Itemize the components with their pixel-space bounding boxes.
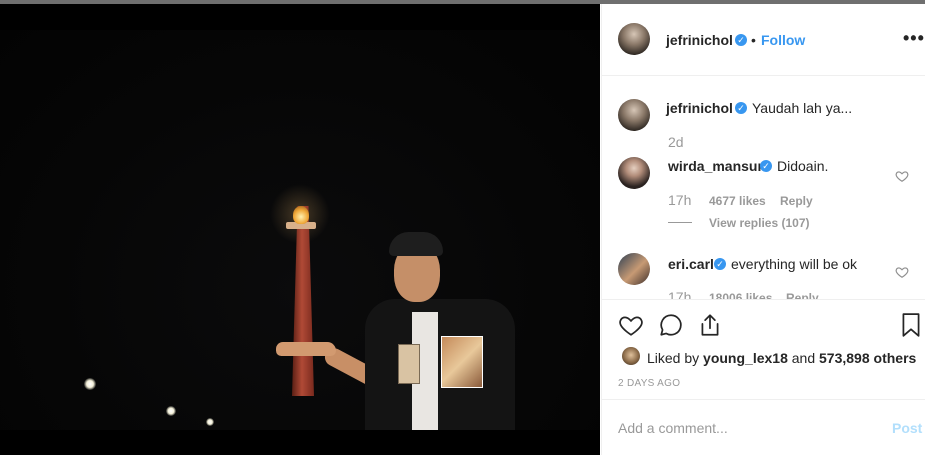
person-hand [276,342,336,356]
post-comment-button[interactable]: Post [892,420,922,436]
comment-time[interactable]: 17h [668,289,691,299]
comment-username[interactable]: eri.carl [668,256,714,272]
comment-heart-icon[interactable] [895,265,909,279]
comment-avatar[interactable] [618,99,650,131]
likes-summary: Liked by young_lex18 and 573,898 others [647,350,916,366]
likes-conjunction: and [791,350,816,366]
street-light [166,406,176,416]
street-light [84,378,96,390]
likes-count[interactable]: 573,898 others [819,350,916,366]
comment-text: everything will be ok [731,256,858,272]
comments-list[interactable]: jefrinichol ✓ Yaudah lah ya... 2d wirda_… [602,77,925,299]
post-photo[interactable] [0,4,600,455]
jacket-patch [441,336,483,388]
reply-button[interactable]: Reply [786,291,819,299]
post-header: jefrinichol ✓ • Follow ••• [602,4,925,76]
comment-time[interactable]: 17h [668,192,691,208]
bookmark-icon[interactable] [898,312,924,338]
comment-input[interactable] [618,418,868,438]
person-jacket [365,299,515,434]
author-avatar[interactable] [618,23,650,55]
comment-avatar[interactable] [618,253,650,285]
comment-likes[interactable]: 18006 likes [709,291,772,299]
person-cap [389,232,443,256]
likes-prefix: Liked by [647,350,700,366]
verified-badge-icon: ✓ [735,102,747,114]
comment-username[interactable]: wirda_mansur [668,158,763,174]
comment-avatar[interactable] [618,157,650,189]
more-options-icon[interactable]: ••• [903,28,925,49]
verified-badge-icon: ✓ [735,34,747,46]
view-replies-button[interactable]: View replies (107) [709,216,810,230]
post-sidebar: jefrinichol ✓ • Follow ••• jefrinichol ✓… [601,4,925,455]
comment-text: Yaudah lah ya... [752,100,853,116]
comment-bubble-icon[interactable] [658,312,684,338]
header-separator: • [751,32,756,48]
comment-text: Didoain. [777,158,829,174]
replies-divider [668,222,692,223]
street-light [206,418,214,426]
liker-avatar[interactable] [622,347,640,365]
comment-heart-icon[interactable] [895,169,909,183]
add-comment-bar: Post [602,399,925,455]
author-username[interactable]: jefrinichol [666,32,733,48]
post-actions: Liked by young_lex18 and 573,898 others … [602,299,925,399]
share-icon[interactable] [697,312,723,338]
photo-letterbox-bottom [0,430,600,455]
jacket-patch [398,344,420,384]
verified-badge-icon: ✓ [714,258,726,270]
liker-username[interactable]: young_lex18 [703,350,788,366]
reply-button[interactable]: Reply [780,194,813,208]
verified-badge-icon: ✓ [760,160,772,172]
heart-icon[interactable] [618,312,644,338]
comment-likes[interactable]: 4677 likes [709,194,766,208]
follow-button[interactable]: Follow [761,32,805,48]
photo-letterbox-top [0,4,600,30]
post-date[interactable]: 2 DAYS AGO [618,378,680,389]
comment-time[interactable]: 2d [668,134,684,150]
comment-username[interactable]: jefrinichol [666,100,733,116]
monument-flame [293,206,309,224]
